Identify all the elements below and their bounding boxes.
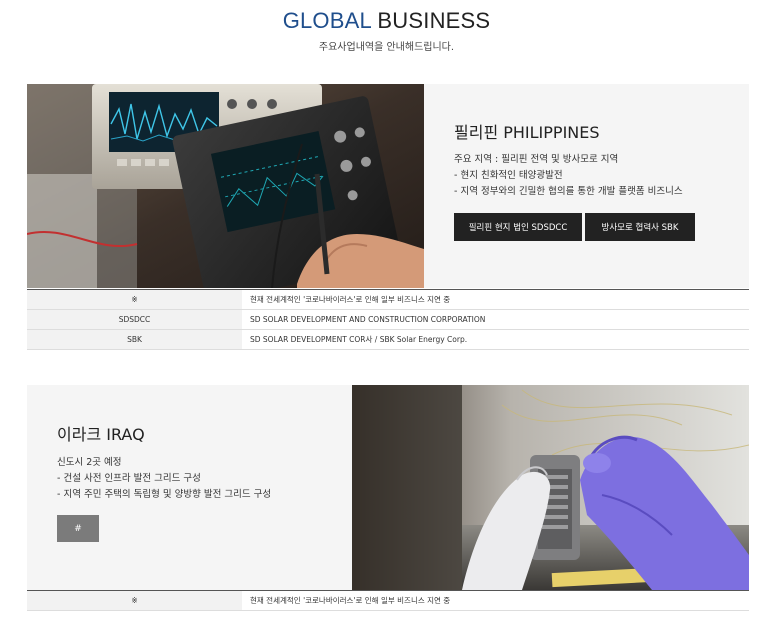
iraq-section: 이라크 IRAQ 신도시 2곳 예정 - 건설 사전 인프라 발전 그리드 구성… [27, 385, 749, 590]
page-subtitle: 주요사업내역을 안내해드립니다. [318, 42, 455, 53]
table-value: SD SOLAR DEVELOPMENT AND CONSTRUCTION CO… [242, 309, 749, 330]
table-key: ※ [27, 590, 242, 611]
electronics-test-equipment-image [27, 84, 424, 288]
page-header: GLOBAL BUSINESS 주요사업내역을 안내해드립니다. [0, 8, 773, 53]
philippines-info-panel: 필리핀 PHILIPPINES 주요 지역 : 필리핀 전역 및 방사모로 지역… [424, 84, 749, 288]
iraq-desc-line: - 건설 사전 인프라 발전 그리드 구성 [57, 473, 201, 484]
iraq-table: ※ 현재 전세계적인 '코로나바이러스'로 인해 일부 비즈니스 지연 중 [27, 590, 749, 611]
iraq-hash-button[interactable]: # [57, 515, 99, 542]
table-row: ※ 현재 전세계적인 '코로나바이러스'로 인해 일부 비즈니스 지연 중 [27, 289, 749, 310]
philippines-photo [27, 84, 424, 288]
table-row: SDSDCC SD SOLAR DEVELOPMENT AND CONSTRUC… [27, 309, 749, 330]
iraq-title: 이라크 IRAQ [57, 425, 145, 444]
iraq-desc-line: - 지역 주민 주택의 독립형 및 양방향 발전 그리드 구성 [57, 489, 272, 500]
table-value: 현재 전세계적인 '코로나바이러스'로 인해 일부 비즈니스 지연 중 [242, 289, 749, 310]
iraq-photo [352, 385, 749, 590]
philippines-desc-line: - 지역 정부와의 긴밀한 협의를 통한 개발 플랫폼 비즈니스 [454, 186, 683, 197]
sbk-button[interactable]: 방사모로 협력사 SBK [585, 213, 695, 241]
philippines-desc-line: 주요 지역 : 필리핀 전역 및 방사모로 지역 [454, 154, 619, 165]
philippines-description: 주요 지역 : 필리핀 전역 및 방사모로 지역 - 현지 친화적인 태양광발전… [454, 152, 683, 200]
table-key: SBK [27, 329, 242, 350]
table-row: SBK SD SOLAR DEVELOPMENT COR사 / SBK Sola… [27, 329, 749, 350]
philippines-table: ※ 현재 전세계적인 '코로나바이러스'로 인해 일부 비즈니스 지연 중 SD… [27, 289, 749, 350]
table-key: ※ [27, 289, 242, 310]
sdsdcc-button[interactable]: 필리핀 현지 법인 SDSDCC [454, 213, 582, 241]
philippines-section: 필리핀 PHILIPPINES 주요 지역 : 필리핀 전역 및 방사모로 지역… [27, 84, 749, 288]
table-value: 현재 전세계적인 '코로나바이러스'로 인해 일부 비즈니스 지연 중 [242, 590, 749, 611]
iraq-info-panel: 이라크 IRAQ 신도시 2곳 예정 - 건설 사전 인프라 발전 그리드 구성… [27, 385, 352, 590]
page-title: GLOBAL BUSINESS [0, 8, 773, 34]
page-title-accent: GLOBAL [282, 8, 372, 33]
iraq-desc-line: 신도시 2곳 예정 [57, 457, 122, 468]
page-title-rest: BUSINESS [371, 8, 491, 33]
iraq-description: 신도시 2곳 예정 - 건설 사전 인프라 발전 그리드 구성 - 지역 주민 … [57, 455, 271, 503]
table-value: SD SOLAR DEVELOPMENT COR사 / SBK Solar En… [242, 329, 749, 350]
philippines-desc-line: - 현지 친화적인 태양광발전 [454, 170, 563, 181]
gloved-hands-device-image [352, 385, 749, 590]
philippines-title: 필리핀 PHILIPPINES [454, 123, 600, 142]
table-row: ※ 현재 전세계적인 '코로나바이러스'로 인해 일부 비즈니스 지연 중 [27, 590, 749, 611]
table-key: SDSDCC [27, 309, 242, 330]
philippines-button-row: 필리핀 현지 법인 SDSDCC 방사모로 협력사 SBK [454, 213, 695, 241]
